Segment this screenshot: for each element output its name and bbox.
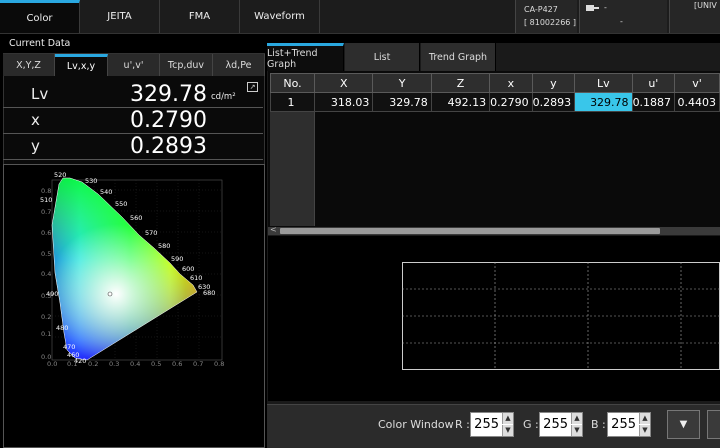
wl-540: 540 bbox=[100, 188, 113, 196]
ytick-0-1: 0.1 bbox=[41, 330, 52, 338]
xtick-0-6: 0.6 bbox=[172, 360, 183, 368]
ytick-0-5: 0.5 bbox=[41, 250, 52, 258]
cell-Y[interactable]: 329.78 bbox=[372, 92, 432, 112]
table-header: No. X Y Z x y Lv u' v' bbox=[269, 73, 720, 93]
horizontal-scrollbar[interactable]: < bbox=[268, 225, 720, 235]
col-Lv: Lv bbox=[574, 73, 633, 93]
wl-550: 550 bbox=[115, 200, 128, 208]
ytick-0-7: 0.7 bbox=[41, 208, 52, 216]
wl-570: 570 bbox=[145, 229, 158, 237]
cell-X[interactable]: 318.03 bbox=[314, 92, 374, 112]
col-y: y bbox=[531, 73, 576, 93]
device-model: CA-P427 bbox=[524, 5, 558, 14]
wl-470: 470 bbox=[63, 343, 76, 351]
cell-no[interactable]: 1 bbox=[269, 92, 316, 112]
r-label: R : bbox=[455, 418, 470, 431]
wl-510: 510 bbox=[40, 196, 53, 204]
probe-panel: - - bbox=[579, 0, 667, 33]
xtick-0-3: 0.3 bbox=[109, 360, 120, 368]
cell-x[interactable]: 0.2790 bbox=[489, 92, 533, 112]
g-value[interactable]: 255 bbox=[543, 417, 568, 432]
ytick-0-3: 0.3 bbox=[41, 292, 52, 300]
col-Z: Z bbox=[430, 73, 491, 93]
trend-graph bbox=[402, 262, 720, 370]
xtick-0-8: 0.8 bbox=[214, 360, 225, 368]
xtick-0-1: 0.1 bbox=[67, 360, 78, 368]
chevron-down-icon: ▼ bbox=[679, 419, 688, 430]
col-no: No. bbox=[269, 73, 316, 93]
dropdown-button[interactable]: ▼ bbox=[667, 410, 700, 439]
ytick-0-4: 0.4 bbox=[41, 270, 52, 278]
cell-u[interactable]: 0.1887 bbox=[631, 92, 676, 112]
wl-610: 610 bbox=[190, 274, 203, 282]
wl-480: 480 bbox=[56, 324, 69, 332]
col-Y: Y bbox=[372, 73, 432, 93]
b-stepper[interactable]: 255 ▲ ▼ bbox=[607, 412, 651, 437]
r-stepper[interactable]: 255 ▲ ▼ bbox=[470, 412, 514, 437]
scroll-left-icon[interactable]: < bbox=[270, 225, 277, 234]
tab-list-trend[interactable]: List+Trend Graph bbox=[267, 43, 344, 71]
g-up-icon[interactable]: ▲ bbox=[571, 413, 582, 424]
cell-Z[interactable]: 492.13 bbox=[430, 92, 491, 112]
partial-button[interactable] bbox=[707, 410, 720, 439]
status-corner: [UNIV bbox=[669, 0, 720, 33]
ytick-0-2: 0.2 bbox=[41, 313, 52, 321]
tab-trend-graph[interactable]: Trend Graph bbox=[421, 43, 496, 71]
b-up-icon[interactable]: ▲ bbox=[639, 413, 650, 424]
cie-labels: 520 530 540 550 560 570 580 590 600 610 … bbox=[0, 0, 265, 448]
xtick-0-4: 0.4 bbox=[130, 360, 141, 368]
cell-v[interactable]: 0.4403 bbox=[674, 92, 720, 112]
table-row[interactable]: 1 318.03 329.78 492.13 0.2790 0.2893 329… bbox=[269, 92, 720, 112]
r-value[interactable]: 255 bbox=[474, 417, 499, 432]
ytick-0-8: 0.8 bbox=[41, 187, 52, 195]
wl-590: 590 bbox=[171, 255, 184, 263]
cell-Lv[interactable]: 329.78 bbox=[574, 92, 633, 112]
probe-status-1: - bbox=[604, 3, 607, 12]
xtick-0-7: 0.7 bbox=[193, 360, 204, 368]
col-v: v' bbox=[674, 73, 720, 93]
g-label: G : bbox=[523, 418, 539, 431]
col-X: X bbox=[314, 73, 374, 93]
wl-580: 580 bbox=[158, 242, 171, 250]
ytick-0-6: 0.6 bbox=[41, 229, 52, 237]
data-table: No. X Y Z x y Lv u' v' 1 318.03 329.78 4… bbox=[269, 73, 720, 112]
wl-600: 600 bbox=[182, 265, 195, 273]
tab-list[interactable]: List bbox=[345, 43, 420, 71]
scroll-thumb[interactable] bbox=[280, 228, 660, 234]
cell-y[interactable]: 0.2893 bbox=[531, 92, 576, 112]
row-number-column bbox=[270, 112, 315, 226]
g-stepper[interactable]: 255 ▲ ▼ bbox=[539, 412, 583, 437]
wl-680: 680 bbox=[203, 289, 216, 297]
b-value[interactable]: 255 bbox=[611, 417, 636, 432]
wl-530: 530 bbox=[85, 177, 98, 185]
device-serial: [ 81002266 ] bbox=[524, 18, 577, 27]
r-down-icon[interactable]: ▼ bbox=[502, 425, 513, 436]
b-label: B : bbox=[591, 418, 606, 431]
xtick-0-0: 0.0 bbox=[47, 360, 58, 368]
device-panel: CA-P427 [ 81002266 ] bbox=[515, 0, 577, 33]
wl-560: 560 bbox=[130, 214, 143, 222]
color-window-label: Color Window bbox=[378, 418, 454, 431]
g-down-icon[interactable]: ▼ bbox=[571, 425, 582, 436]
xtick-0-5: 0.5 bbox=[151, 360, 162, 368]
probe-icon bbox=[586, 5, 599, 11]
wl-520: 520 bbox=[54, 171, 67, 179]
status-corner-text: [UNIV bbox=[694, 1, 717, 10]
r-up-icon[interactable]: ▲ bbox=[502, 413, 513, 424]
probe-status-2: - bbox=[620, 17, 623, 26]
b-down-icon[interactable]: ▼ bbox=[639, 425, 650, 436]
xtick-0-2: 0.2 bbox=[88, 360, 99, 368]
col-x: x bbox=[489, 73, 533, 93]
col-u: u' bbox=[631, 73, 676, 93]
